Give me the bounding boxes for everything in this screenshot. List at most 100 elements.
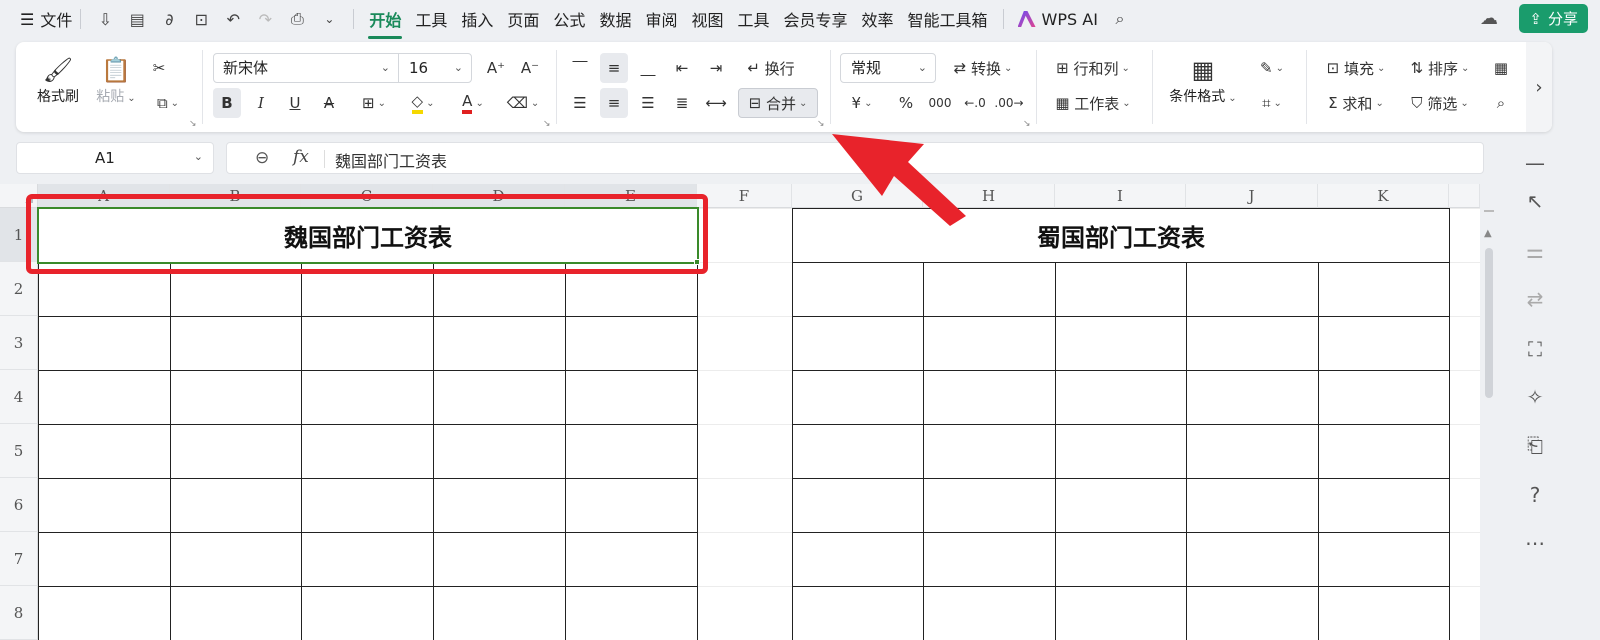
- fill-button[interactable]: ⊡ 填充 ⌄: [1318, 53, 1394, 83]
- bold-button[interactable]: B: [213, 88, 241, 118]
- underline-button[interactable]: U: [281, 88, 309, 118]
- link-icon[interactable]: ∂: [156, 6, 182, 32]
- cloud-sync-icon[interactable]: ☁: [1478, 8, 1500, 30]
- number-format-select[interactable]: 常规 ⌄: [840, 53, 936, 83]
- tab-smart-toolbox[interactable]: 智能工具箱: [901, 7, 995, 31]
- dialog-launcher-icon[interactable]: ↘: [543, 119, 551, 129]
- crop-button[interactable]: ⌗ ⌄: [1252, 88, 1292, 118]
- row-header-4[interactable]: 4: [0, 370, 38, 424]
- quick-access-dropdown-icon[interactable]: ⌄: [316, 6, 342, 32]
- align-middle-button[interactable]: ≡: [600, 53, 628, 83]
- decrease-font-button[interactable]: A⁻: [516, 53, 544, 83]
- save-icon[interactable]: ▤: [124, 6, 150, 32]
- strikethrough-button[interactable]: A: [315, 88, 343, 118]
- find-button[interactable]: ⌕: [1486, 88, 1516, 118]
- tab-efficiency[interactable]: 效率: [855, 7, 901, 31]
- row-header-8[interactable]: 8: [0, 586, 38, 640]
- redo-icon[interactable]: ↷: [252, 6, 278, 32]
- justify-button[interactable]: ≣: [668, 88, 696, 118]
- align-center-button[interactable]: ≡: [600, 88, 628, 118]
- cut-button[interactable]: ✂: [144, 53, 174, 83]
- dialog-launcher-icon[interactable]: ↘: [189, 119, 197, 129]
- tab-member[interactable]: 会员专享: [777, 7, 855, 31]
- scroll-up-arrow-icon[interactable]: ▲: [1484, 228, 1492, 239]
- tab-review[interactable]: 审阅: [638, 7, 684, 31]
- font-size-select[interactable]: 16 ⌄: [398, 53, 472, 83]
- undo-icon[interactable]: ↶: [220, 6, 246, 32]
- sum-button[interactable]: Σ 求和 ⌄: [1318, 88, 1394, 118]
- italic-button[interactable]: I: [247, 88, 275, 118]
- conditional-format-button[interactable]: ▦ 条件格式 ⌄: [1166, 54, 1240, 106]
- formula-content[interactable]: 魏国部门工资表: [335, 148, 447, 172]
- increase-font-button[interactable]: A⁺: [482, 53, 510, 83]
- search-icon[interactable]: ⌕: [1107, 6, 1133, 32]
- convert-button[interactable]: ⇄ 转换 ⌄: [946, 53, 1020, 83]
- more-options-icon[interactable]: ⋯: [1522, 530, 1548, 556]
- wps-ai-button[interactable]: WPS AI: [1012, 10, 1104, 29]
- align-bottom-button[interactable]: ⎽: [634, 53, 662, 83]
- help-icon[interactable]: ?: [1522, 482, 1548, 508]
- increase-indent-button[interactable]: ⇥: [702, 53, 730, 83]
- column-header-i[interactable]: I: [1055, 184, 1186, 208]
- collapse-panel-icon[interactable]: —: [1522, 150, 1548, 176]
- tools-icon[interactable]: ✧: [1522, 384, 1548, 410]
- name-box[interactable]: A1 ⌄: [16, 142, 214, 174]
- percent-button[interactable]: %: [892, 88, 920, 118]
- tab-insert[interactable]: 插入: [454, 7, 500, 31]
- fill-color-button[interactable]: ◇ ⌄: [402, 88, 444, 118]
- font-color-button[interactable]: A ⌄: [452, 88, 494, 118]
- properties-icon[interactable]: ⚌: [1522, 238, 1548, 264]
- format-painter-button[interactable]: 🖌 格式刷: [30, 54, 86, 106]
- row-header-3[interactable]: 3: [0, 316, 38, 370]
- freeze-panes-button[interactable]: ▦: [1486, 53, 1516, 83]
- align-top-button[interactable]: ⎺: [566, 53, 594, 83]
- thousands-button[interactable]: 000: [924, 88, 956, 118]
- transform-icon[interactable]: ⇄: [1522, 286, 1548, 312]
- tab-formula[interactable]: 公式: [546, 7, 592, 31]
- dialog-launcher-icon[interactable]: ↘: [1023, 119, 1031, 129]
- tab-page[interactable]: 页面: [500, 7, 546, 31]
- rows-columns-button[interactable]: ⊞ 行和列 ⌄: [1048, 53, 1138, 83]
- scroll-split-handle[interactable]: [1484, 210, 1494, 212]
- select-pointer-icon[interactable]: ↖: [1522, 188, 1548, 214]
- font-name-select[interactable]: 新宋体 ⌄: [213, 53, 399, 83]
- increase-decimal-button[interactable]: ←.0: [960, 88, 990, 118]
- column-header-j[interactable]: J: [1186, 184, 1318, 208]
- wrap-text-button[interactable]: ↵ 换行: [740, 53, 802, 83]
- align-right-button[interactable]: ☰: [634, 88, 662, 118]
- paste-button[interactable]: 📋 粘贴 ⌄: [88, 54, 144, 106]
- file-menu[interactable]: ☰ 文件: [0, 7, 72, 31]
- print-preview-icon[interactable]: ⊡: [188, 6, 214, 32]
- tab-tools-2[interactable]: 工具: [730, 7, 776, 31]
- tab-tools[interactable]: 工具: [408, 7, 454, 31]
- tab-home[interactable]: 开始: [362, 7, 408, 39]
- zoom-out-icon[interactable]: ⊖: [255, 148, 269, 168]
- align-left-button[interactable]: ☰: [566, 88, 594, 118]
- tab-view[interactable]: 视图: [684, 7, 730, 31]
- vertical-scrollbar[interactable]: ▲: [1482, 208, 1496, 640]
- column-header-k[interactable]: K: [1318, 184, 1449, 208]
- filter-button[interactable]: ⛉ 筛选 ⌄: [1402, 88, 1478, 118]
- column-header-f[interactable]: F: [697, 184, 792, 208]
- book-icon[interactable]: ⎗: [1522, 432, 1548, 458]
- image-tools-icon[interactable]: ⛶: [1522, 336, 1548, 362]
- row-header-5[interactable]: 5: [0, 424, 38, 478]
- decrease-indent-button[interactable]: ⇤: [668, 53, 696, 83]
- ribbon-scroll-right-button[interactable]: ›: [1526, 42, 1552, 132]
- row-header-7[interactable]: 7: [0, 532, 38, 586]
- print-icon[interactable]: ⎙: [284, 6, 310, 32]
- merge-cells-button[interactable]: ⊟ 合并 ⌄: [738, 88, 818, 118]
- row-header-6[interactable]: 6: [0, 478, 38, 532]
- tab-data[interactable]: 数据: [592, 7, 638, 31]
- worksheet-button[interactable]: ▦ 工作表 ⌄: [1048, 88, 1138, 118]
- sort-button[interactable]: ⇅ 排序 ⌄: [1402, 53, 1478, 83]
- copy-button[interactable]: ⧉ ⌄: [146, 88, 190, 118]
- currency-button[interactable]: ¥ ⌄: [842, 88, 882, 118]
- share-button[interactable]: ⇪ 分享: [1519, 4, 1588, 33]
- cell-style-button[interactable]: ✎ ⌄: [1252, 53, 1292, 83]
- distributed-button[interactable]: ⟷: [702, 88, 730, 118]
- fx-icon[interactable]: fx: [293, 147, 309, 167]
- decrease-decimal-button[interactable]: .00→: [994, 88, 1024, 118]
- borders-button[interactable]: ⊞ ⌄: [353, 88, 395, 118]
- sort-export-icon[interactable]: ⇩: [92, 6, 118, 32]
